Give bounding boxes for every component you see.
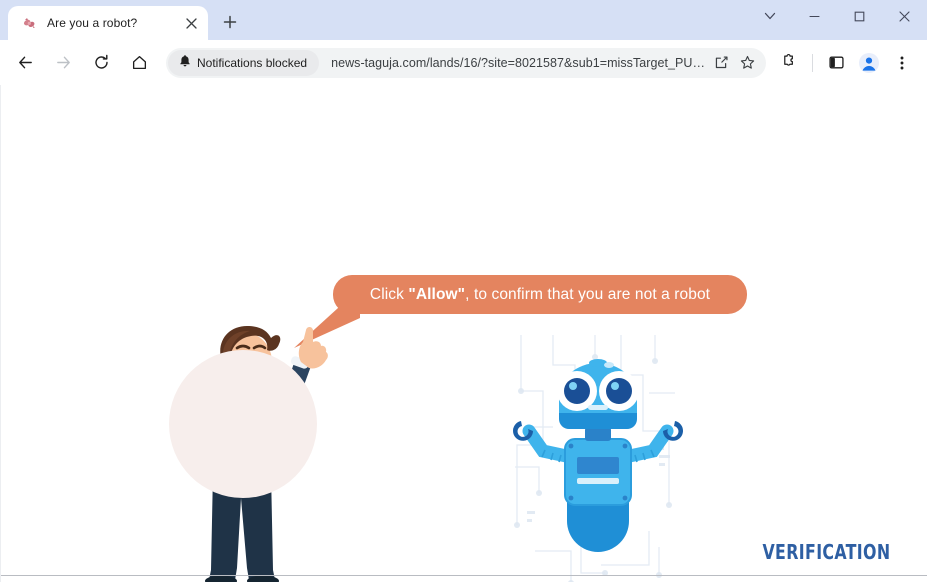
three-dots-icon	[900, 56, 904, 69]
verification-logo: VERIFICATION	[745, 540, 890, 564]
minimize-icon	[809, 15, 820, 17]
close-icon[interactable]	[182, 14, 200, 32]
businessman-backdrop-circle	[169, 350, 317, 498]
speech-bubble-text: Click "Allow", to confirm that you are n…	[370, 286, 710, 304]
arrow-left-icon	[18, 56, 32, 69]
bubble-suffix: , to confirm that you are not a robot	[465, 285, 711, 303]
bubble-prefix: Click	[369, 285, 409, 303]
window-controls	[747, 0, 927, 32]
bell-blocked-icon	[179, 54, 191, 72]
reload-icon	[94, 54, 108, 69]
bookmark-star-icon[interactable]	[734, 50, 760, 76]
chrome-menu-button[interactable]	[887, 48, 917, 78]
page-footer-divider	[1, 575, 927, 576]
browser-toolbar: Notifications blocked news-taguja.com/la…	[0, 40, 927, 85]
toolbar-divider	[812, 53, 813, 72]
address-bar[interactable]: Notifications blocked news-taguja.com/la…	[166, 47, 766, 78]
reload-button[interactable]	[85, 47, 117, 79]
robot-illustration	[509, 335, 684, 582]
home-icon	[132, 55, 146, 70]
speech-bubble: Click "Allow", to confirm that you are n…	[333, 275, 747, 314]
verification-logo-text: VERIFICATION	[762, 540, 890, 564]
share-icon[interactable]	[708, 50, 734, 76]
close-icon	[899, 10, 910, 22]
maximize-icon	[854, 11, 865, 21]
new-tab-button[interactable]	[216, 8, 244, 36]
plus-icon	[223, 15, 237, 29]
arrow-right-icon	[56, 56, 70, 69]
tab-title: Are you a robot?	[47, 16, 138, 30]
maximize-button[interactable]	[837, 0, 882, 32]
extensions-button[interactable]	[774, 48, 804, 78]
verification-landing-page: Click "Allow", to confirm that you are n…	[1, 85, 927, 582]
minimize-button[interactable]	[792, 0, 837, 32]
robot-figure	[513, 335, 683, 582]
browser-tab-active[interactable]: Are you a robot?	[8, 6, 208, 40]
chevron-down-icon	[764, 12, 775, 20]
close-window-button[interactable]	[882, 0, 927, 32]
puzzle-icon	[783, 54, 793, 66]
browser-window: Are you a robot? Notifications blocked n…	[0, 0, 927, 582]
url-text[interactable]: news-taguja.com/lands/16/?site=8021587&s…	[319, 56, 708, 70]
side-panel-icon	[828, 56, 844, 69]
notifications-blocked-label: Notifications blocked	[197, 55, 308, 70]
tab-strip: Are you a robot?	[0, 0, 927, 40]
notifications-blocked-chip[interactable]: Notifications blocked	[168, 49, 320, 76]
page-viewport: Click "Allow", to confirm that you are n…	[0, 85, 927, 582]
page-footer-text	[1, 577, 927, 582]
tab-search-button[interactable]	[747, 0, 792, 32]
businessman-pointing-illustration	[151, 322, 351, 582]
home-button[interactable]	[123, 47, 155, 79]
back-button[interactable]	[9, 47, 41, 79]
bubble-highlight: "Allow"	[408, 285, 466, 303]
profile-avatar[interactable]	[856, 50, 882, 76]
page-favicon	[22, 15, 38, 31]
forward-button[interactable]	[47, 47, 79, 79]
side-panel-button[interactable]	[821, 48, 851, 78]
